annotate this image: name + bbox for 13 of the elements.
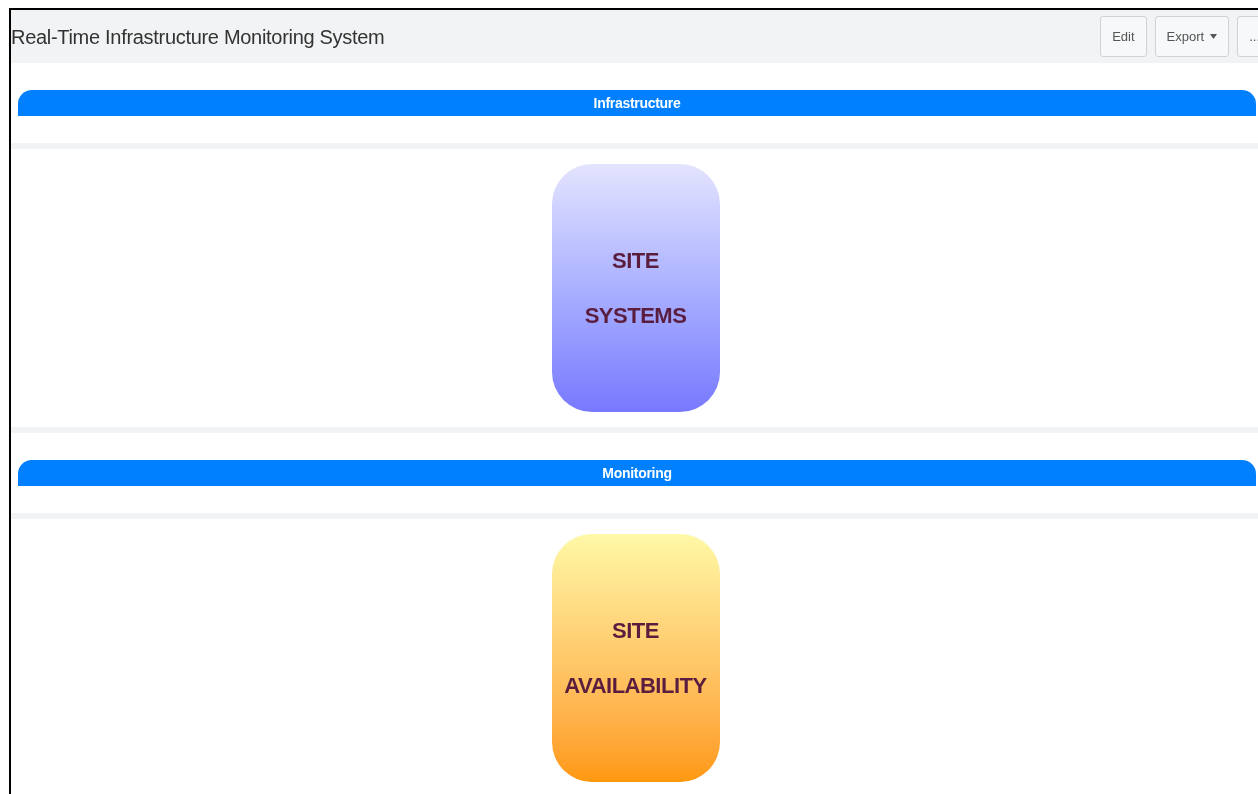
status-tile[interactable]: SITE SYSTEMS [551, 164, 720, 412]
dropdown-button[interactable]: Export [1154, 16, 1230, 57]
section-header: Monitoring [18, 460, 1256, 486]
page-title: Real-Time Infrastructure Monitoring System [11, 24, 385, 50]
tile-label: SITE [612, 617, 659, 645]
caret-icon [1210, 34, 1218, 39]
tile-label: SYSTEMS [584, 302, 687, 330]
tile-label: AVAILABILITY [564, 672, 707, 700]
section-header: Infrastructure [18, 90, 1256, 116]
status-tile[interactable]: SITE AVAILABILITY [551, 534, 720, 782]
toolbar-button[interactable]: Edit [1100, 16, 1147, 57]
toolbar-button[interactable]: ... [1237, 16, 1258, 57]
tile-label: SITE [612, 247, 659, 275]
